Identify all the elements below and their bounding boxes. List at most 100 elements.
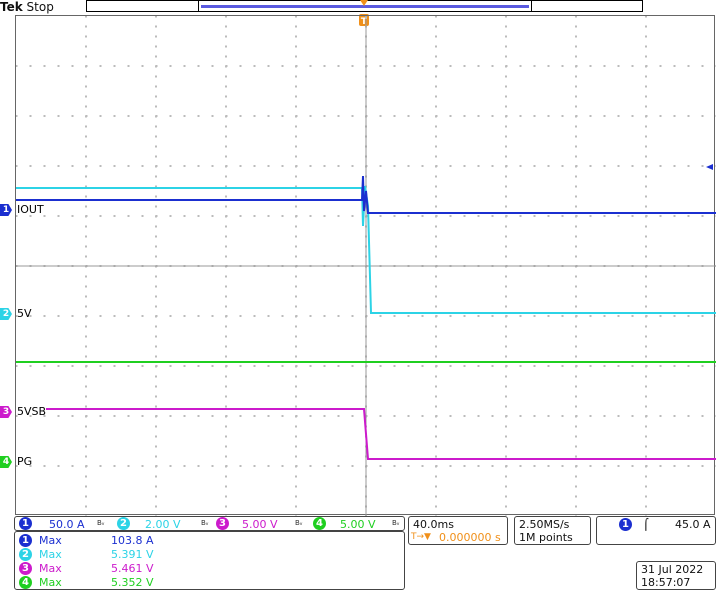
grid-dot — [435, 345, 437, 348]
grid-dot — [225, 295, 227, 298]
grid-dot — [435, 125, 437, 128]
grid-dot — [57, 115, 60, 117]
grid-dot — [155, 365, 158, 367]
grid-dot — [393, 365, 396, 367]
grid-dot — [57, 465, 60, 467]
grid-dot — [155, 395, 157, 398]
grid-dot — [645, 345, 647, 348]
ch1-scale[interactable]: 50.0 A — [49, 518, 85, 531]
grid-dot — [183, 315, 186, 317]
grid-dot — [295, 65, 298, 67]
grid-dot — [155, 475, 157, 478]
grid-dot — [673, 465, 676, 467]
grid-dot — [673, 315, 676, 317]
grid-dot — [141, 65, 144, 67]
grid-dot — [323, 115, 326, 117]
channel-scale-bar[interactable]: 1 50.0 A Bᵥ 2 2.00 V Bᵥ 3 5.00 V Bᵥ 4 5.… — [14, 516, 405, 531]
ch1-bw-limit: Bᵥ — [97, 519, 105, 527]
grid-dot — [225, 55, 227, 58]
grid-dot — [71, 165, 74, 167]
grid-dot — [239, 365, 242, 367]
trigger-panel[interactable]: 1 ⌠ 45.0 A — [596, 516, 716, 545]
meas1-type: Max — [39, 534, 62, 547]
timebase-position[interactable]: 0.000000 s — [439, 531, 501, 544]
grid-dot — [505, 235, 507, 238]
grid-dot — [561, 465, 564, 467]
grid-dot — [435, 25, 437, 28]
ch1-label: IOUT — [17, 203, 44, 216]
grid-dot — [155, 145, 157, 148]
trigger-level[interactable]: 45.0 A — [675, 518, 711, 531]
grid-dot — [169, 465, 172, 467]
grid-dot — [645, 16, 647, 18]
grid-dot — [477, 365, 480, 367]
acquisition-panel[interactable]: 2.50MS/s 1M points — [514, 516, 591, 545]
ch4-scale[interactable]: 5.00 V — [340, 518, 376, 531]
grid-dot — [645, 35, 647, 38]
grid-dot — [183, 365, 186, 367]
grid-dot — [141, 165, 144, 167]
grid-dot — [645, 45, 647, 48]
ch2-scale[interactable]: 2.00 V — [145, 518, 181, 531]
grid-dot — [225, 125, 227, 128]
grid-dot — [463, 115, 466, 117]
ch3-ground-marker[interactable]: 3 — [0, 406, 12, 418]
grid-dot — [85, 375, 87, 378]
grid-dot — [295, 455, 297, 458]
grid-dot — [267, 415, 270, 417]
grid-dot — [295, 235, 297, 238]
grid-dot — [295, 445, 297, 448]
grid-dot — [505, 325, 507, 328]
grid-dot — [267, 365, 270, 367]
ch4-ground-marker[interactable]: 4 — [0, 456, 12, 468]
ch3-scale[interactable]: 5.00 V — [242, 518, 278, 531]
timebase-panel[interactable]: 40.0ms T→▼ 0.000000 s — [408, 516, 508, 545]
grid-dot — [519, 65, 522, 67]
grid-dot — [127, 365, 130, 367]
grid-dot — [225, 135, 227, 138]
grid-dot — [85, 125, 87, 128]
grid-dot — [645, 105, 647, 108]
grid-dot — [225, 355, 227, 358]
grid-dot — [85, 16, 87, 18]
grid-dot — [295, 175, 297, 178]
grid-dot — [505, 365, 508, 367]
grid-dot — [225, 465, 228, 467]
grid-dot — [225, 16, 227, 18]
grid-dot — [113, 165, 116, 167]
grid-dot — [505, 455, 507, 458]
grid-dot — [505, 165, 508, 167]
grid-dot — [645, 85, 647, 88]
grid-dot — [435, 225, 437, 228]
waveform-display[interactable] — [15, 15, 716, 516]
grid-dot — [197, 465, 200, 467]
grid-dot — [155, 355, 157, 358]
grid-dot — [659, 365, 662, 367]
grid-dot — [155, 65, 158, 67]
grid-dot — [351, 215, 354, 217]
grid-dot — [561, 65, 564, 67]
grid-dot — [99, 215, 102, 217]
grid-dot — [295, 495, 297, 498]
measurements-panel[interactable]: 1 Max 103.8 A 2 Max 5.391 V 3 Max 5.461 … — [14, 531, 405, 590]
grid-dot — [491, 315, 494, 317]
grid-dot — [295, 345, 297, 348]
grid-dot — [211, 165, 214, 167]
ch3-label: 5VSB — [17, 405, 47, 418]
ch2-ground-marker[interactable]: 2 — [0, 308, 12, 320]
grid-dot — [435, 465, 438, 467]
grid-dot — [295, 165, 298, 167]
timebase-scale[interactable]: 40.0ms — [413, 518, 454, 531]
grid-dot — [225, 95, 227, 98]
grid-dot — [225, 495, 227, 498]
grid-dot — [99, 465, 102, 467]
grid-dot — [603, 315, 606, 317]
grid-dot — [631, 365, 634, 367]
ch1-ground-marker[interactable]: 1 — [0, 204, 12, 216]
grid-dot — [225, 395, 227, 398]
grid-dot — [43, 215, 46, 217]
grid-dot — [85, 305, 87, 308]
ch4-badge: 4 — [313, 517, 326, 530]
grid-dot — [435, 275, 437, 278]
meas3-badge: 3 — [19, 562, 32, 575]
